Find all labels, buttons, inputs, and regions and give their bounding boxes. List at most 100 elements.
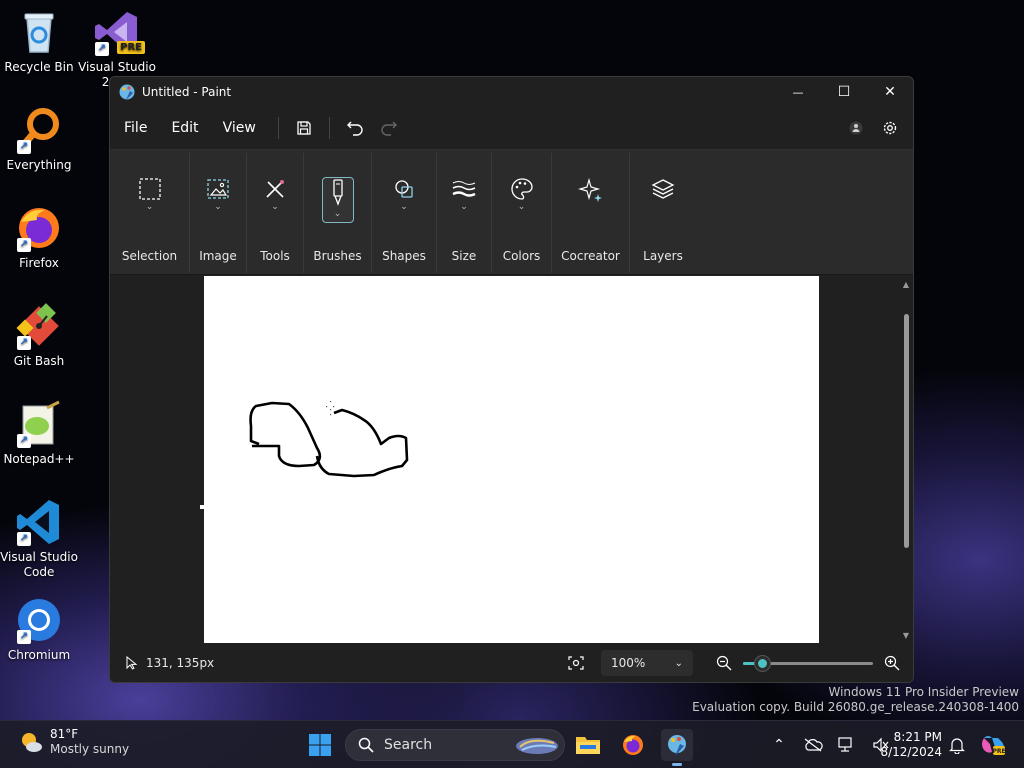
search-highlight-icon [516, 738, 558, 754]
copilot-button[interactable]: PRE [976, 730, 1010, 760]
brush-icon [332, 179, 343, 206]
desktop-icon-git-bash[interactable]: ↗ Git Bash [0, 302, 78, 369]
menu-view[interactable]: View [213, 114, 266, 142]
ribbon-group-size[interactable]: ⌄ Size [437, 153, 492, 273]
ribbon-group-tools[interactable]: ⌄ Tools [247, 153, 304, 273]
ribbon-label: Shapes [382, 249, 426, 263]
ribbon-group-colors[interactable]: ⌄ Colors [492, 153, 552, 273]
desktop-icon-everything[interactable]: ↗ Everything [0, 106, 78, 173]
taskbar: 81°F Mostly sunny Search ⌃ 8:21 PM 8/12/… [0, 720, 1024, 768]
weather-widget[interactable]: 81°F Mostly sunny [18, 727, 129, 757]
start-button[interactable] [304, 729, 336, 761]
canvas-area[interactable]: ▲ ▼ [110, 276, 913, 644]
chevron-down-icon: ⌄ [517, 202, 526, 212]
clock-date: 8/12/2024 [880, 745, 942, 759]
minimize-button[interactable]: — [775, 77, 821, 107]
redo-button[interactable] [372, 113, 406, 143]
zoom-dropdown[interactable]: 100% ⌄ [601, 650, 693, 676]
desktop-icon-firefox[interactable]: ↗ Firefox [0, 204, 78, 271]
resize-handle-right[interactable] [815, 505, 819, 509]
cloud-offline-icon [804, 738, 823, 752]
save-button[interactable] [287, 113, 321, 143]
cursor-position: 131, 135px [146, 656, 215, 670]
scrollbar-thumb[interactable] [904, 314, 909, 548]
notepad-plus-plus-icon: ↗ [15, 400, 63, 448]
taskbar-clock[interactable]: 8:21 PM 8/12/2024 [880, 730, 942, 760]
zoom-in-icon [884, 655, 900, 671]
ribbon-group-brushes[interactable]: ⌄ Brushes [304, 153, 372, 273]
ribbon-group-selection[interactable]: ⌄ Selection [110, 153, 190, 273]
desktop-icon-label: Recycle Bin [4, 60, 74, 74]
zoom-out-icon [716, 655, 732, 671]
taskbar-paint[interactable] [661, 729, 693, 766]
copilot-icon: PRE [982, 736, 1006, 755]
account-button[interactable] [839, 113, 873, 143]
maximize-button[interactable]: ☐ [821, 77, 867, 107]
zoom-out-button[interactable] [707, 648, 741, 678]
zoom-slider-thumb[interactable] [755, 656, 770, 671]
taskbar-search[interactable]: Search [345, 729, 565, 761]
scroll-up-icon[interactable]: ▲ [901, 280, 911, 289]
svg-text:PRE: PRE [992, 748, 1005, 755]
ribbon-label: Selection [121, 249, 178, 263]
paint-app-icon [668, 735, 686, 756]
desktop-icon-label: Notepad++ [3, 452, 75, 466]
desktop-icon-label: Firefox [19, 256, 59, 270]
ribbon-group-layers[interactable]: Layers [630, 153, 696, 273]
ribbon-label: Tools [260, 249, 290, 263]
menu-bar: File Edit View [110, 107, 913, 149]
tools-icon [266, 180, 284, 198]
zoom-in-button[interactable] [875, 648, 909, 678]
freehand-drawing [249, 401, 409, 478]
gear-icon [883, 121, 897, 135]
vertical-scrollbar[interactable]: ▲ ▼ [901, 280, 911, 640]
drawing-canvas[interactable] [204, 276, 819, 643]
colors-button: ⌄ [506, 177, 538, 223]
ribbon-label: Cocreator [561, 249, 620, 263]
close-button[interactable]: ✕ [867, 77, 913, 107]
selection-button: ⌄ [134, 177, 166, 223]
desktop-icon-vscode[interactable]: ↗ Visual Studio Code [0, 498, 78, 580]
layers-icon [651, 179, 675, 199]
ribbon-label: Layers [643, 249, 683, 263]
weather-condition: Mostly sunny [50, 742, 130, 756]
desktop-icon-label: Git Bash [13, 354, 65, 368]
watermark-line-2: Evaluation copy. Build 26080.ge_release.… [692, 700, 1019, 714]
show-hidden-icons-button[interactable]: ⌃ [762, 730, 796, 760]
desktop-icon-chromium[interactable]: ↗ Chromium [0, 596, 78, 663]
menu-edit[interactable]: Edit [161, 114, 208, 142]
size-icon [452, 181, 476, 197]
desktop-icon-recycle-bin[interactable]: Recycle Bin [0, 8, 78, 75]
fit-to-window-button[interactable] [559, 648, 593, 678]
network-button[interactable] [830, 730, 864, 760]
cursor-icon [126, 656, 138, 670]
paint-window[interactable]: Untitled - Paint — ☐ ✕ File Edit View ⌄ … [109, 76, 914, 683]
ribbon-group-image[interactable]: ⌄ Image [190, 153, 247, 273]
desktop-icon-label: Visual Studio Code [0, 550, 78, 579]
notifications-button[interactable] [940, 730, 974, 760]
menu-file[interactable]: File [114, 114, 157, 142]
settings-button[interactable] [873, 113, 907, 143]
scroll-down-icon[interactable]: ▼ [901, 631, 911, 640]
taskbar-firefox[interactable] [617, 729, 649, 761]
onedrive-button[interactable] [796, 730, 830, 760]
ribbon-toolbar: ⌄ Selection ⌄ Image ⌄ Tools ⌄ Brushes ⌄ … [110, 149, 913, 275]
firefox-icon [623, 735, 643, 755]
title-bar[interactable]: Untitled - Paint — ☐ ✕ [110, 77, 913, 107]
ribbon-group-shapes[interactable]: ⌄ Shapes [372, 153, 437, 273]
chevron-up-icon: ⌃ [773, 737, 785, 753]
folder-icon [576, 737, 600, 754]
chevron-down-icon: ⌄ [271, 202, 279, 212]
shortcut-arrow-icon: ↗ [17, 630, 31, 644]
ribbon-group-cocreator[interactable]: Cocreator [552, 153, 630, 273]
undo-button[interactable] [338, 113, 372, 143]
image-icon [207, 179, 229, 199]
taskbar-file-explorer[interactable] [572, 729, 604, 761]
resize-handle-left[interactable] [200, 505, 204, 509]
chevron-down-icon: ⌄ [333, 209, 342, 219]
window-title: Untitled - Paint [142, 85, 232, 99]
ribbon-label: Brushes [313, 249, 362, 263]
zoom-slider[interactable] [743, 653, 873, 673]
desktop-icon-notepad-plus-plus[interactable]: ↗ Notepad++ [0, 400, 78, 467]
ribbon-label: Image [199, 249, 237, 263]
